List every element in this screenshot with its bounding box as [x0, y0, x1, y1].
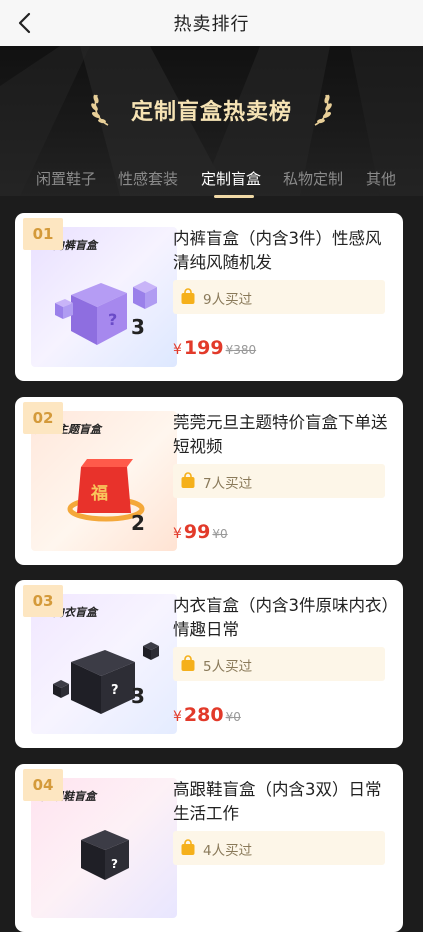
buyer-count: 4人买过	[203, 843, 253, 859]
laurel-right-icon	[314, 94, 332, 126]
rank-badge: 01	[23, 218, 63, 250]
product-card[interactable]: 元旦主题盲盒 福 2 02 莞莞元旦主题特价盲盒下单送短视频 7人买过 ¥99 ¥…	[15, 397, 403, 565]
black-box-illustration: ?	[53, 642, 159, 714]
tab-private-custom[interactable]: 私物定制	[283, 168, 343, 189]
tab-custom-blind-box[interactable]: 定制盲盒	[201, 168, 261, 189]
purple-box-illustration: ?	[55, 281, 157, 345]
price: ¥199 ¥380	[173, 337, 256, 359]
currency-symbol: ¥	[173, 526, 182, 542]
buyer-count-bar: 9人买过	[173, 280, 385, 314]
top-nav-bar: 热卖排行	[0, 0, 423, 46]
currency-symbol: ¥	[173, 342, 182, 358]
shopping-bag-icon	[181, 472, 195, 488]
rank-badge: 02	[23, 402, 63, 434]
buyer-count: 5人买过	[203, 659, 253, 675]
tab-used-shoes[interactable]: 闲置鞋子	[36, 168, 96, 189]
price: ¥280 ¥0	[173, 704, 241, 726]
shopping-bag-icon	[181, 839, 195, 855]
buyer-count: 9人买过	[203, 292, 253, 308]
banner-headline: 定制盲盒热卖榜	[130, 100, 292, 125]
product-title: 莞莞元旦主题特价盲盒下单送短视频	[173, 413, 388, 456]
product-title: 高跟鞋盲盒（内含3双）日常生活工作	[173, 780, 382, 823]
svg-text:?: ?	[108, 310, 117, 329]
back-arrow-icon[interactable]	[12, 9, 40, 37]
original-price: ¥0	[212, 527, 228, 541]
current-price: 99	[183, 521, 211, 543]
product-title: 内裤盲盒（内含3件）性感风清纯风随机发	[173, 229, 382, 272]
tab-other[interactable]: 其他	[366, 168, 396, 189]
buyer-count: 7人买过	[203, 476, 253, 492]
currency-symbol: ¥	[173, 709, 182, 725]
product-card[interactable]: 内裤盲盒 ? 3 01 内裤盲盒（内含3件）性感风清纯风随机发 9人买过 ¥19…	[15, 213, 403, 381]
product-title: 内衣盲盒（内含3件原味内衣）情趣日常	[173, 596, 390, 639]
price: ¥99 ¥0	[173, 521, 228, 543]
buyer-count-bar: 4人买过	[173, 831, 385, 865]
shopping-bag-icon	[181, 288, 195, 304]
original-price: ¥380	[225, 343, 257, 357]
buyer-count-bar: 5人买过	[173, 647, 385, 681]
tab-sexy-sets[interactable]: 性感套装	[118, 168, 178, 189]
product-card[interactable]: 内衣盲盒 ? 3 03 内衣盲盒（内含3件原味内衣）情趣日常 5人买过 ¥280…	[15, 580, 403, 748]
active-tab-indicator	[214, 195, 254, 198]
svg-text:?: ?	[111, 857, 118, 871]
svg-text:?: ?	[111, 683, 119, 698]
rank-badge: 03	[23, 585, 63, 617]
fortune-mark: 福	[90, 483, 108, 504]
shoe-box-illustration: ?	[81, 830, 129, 880]
current-price: 199	[183, 337, 224, 359]
buyer-count-bar: 7人买过	[173, 464, 385, 498]
product-card[interactable]: 高跟鞋盲盒 ? 04 高跟鞋盲盒（内含3双）日常生活工作 4人买过	[15, 764, 403, 932]
original-price: ¥0	[225, 710, 241, 724]
shopping-bag-icon	[181, 655, 195, 671]
rank-badge: 04	[23, 769, 63, 801]
category-tabs: 闲置鞋子 性感套装 定制盲盒 私物定制 其他	[0, 168, 423, 196]
page-title: 热卖排行	[173, 14, 250, 35]
current-price: 280	[183, 704, 224, 726]
